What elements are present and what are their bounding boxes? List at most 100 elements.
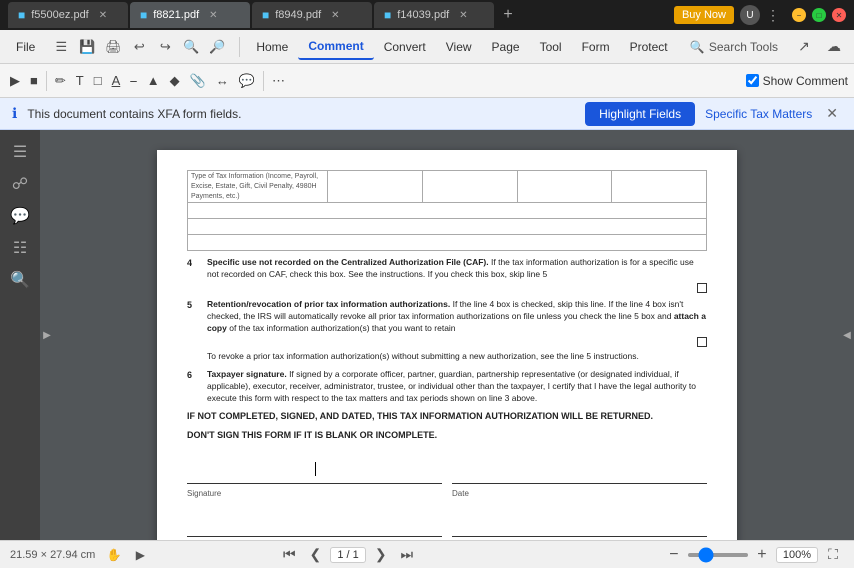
redo-icon[interactable]: ↪ (153, 35, 177, 59)
zoom-controls: − + 100% ⛶ (664, 544, 844, 566)
zoom-out-btn[interactable]: − (664, 545, 684, 565)
tab-f8821[interactable]: ■ f8821.pdf ✕ (130, 2, 250, 28)
pdf-viewer[interactable]: Type of Tax Information (Income, Payroll… (54, 130, 840, 540)
search-icon: 🔍 (690, 40, 705, 54)
section5-title: Retention/revocation of prior tax inform… (207, 299, 450, 309)
menu-tool[interactable]: Tool (530, 35, 572, 59)
section4-checkbox[interactable] (697, 283, 707, 293)
zoom-icon[interactable]: 🔍 (179, 35, 203, 59)
close-button[interactable]: ✕ (832, 8, 846, 22)
section5-checkbox[interactable] (697, 337, 707, 347)
menu-home[interactable]: Home (246, 35, 298, 59)
right-panel-toggle[interactable]: ◀ (840, 130, 854, 540)
hamburger-icon[interactable]: ☰ (49, 35, 73, 59)
user-avatar[interactable]: U (740, 5, 760, 25)
sig-row-1: Signature Date (187, 454, 707, 499)
zoom-level: 100% (776, 547, 818, 563)
maximize-button[interactable]: □ (812, 8, 826, 22)
file-menu[interactable]: File (8, 36, 43, 58)
buy-now-button[interactable]: Buy Now (674, 6, 734, 24)
bottom-tools: ✋ ▶ (103, 544, 151, 566)
measure-btn[interactable]: ↔ (212, 68, 233, 94)
section6: 6 Taxpayer signature. If signed by a cor… (187, 369, 707, 405)
tab-f5500ez[interactable]: ■ f5500ez.pdf ✕ (8, 2, 128, 28)
undo-icon[interactable]: ↩ (127, 35, 151, 59)
tab-close-f14039[interactable]: ✕ (459, 10, 467, 21)
left-panel-toggle[interactable]: ▶ (40, 130, 54, 540)
first-page-btn[interactable]: ⏮ (278, 544, 300, 566)
new-tab-button[interactable]: + (496, 3, 520, 27)
attach-btn[interactable]: 📎 (186, 68, 210, 94)
menu-form[interactable]: Form (572, 35, 620, 59)
tab-close-f8949[interactable]: ✕ (331, 10, 339, 21)
select-tool-btn[interactable]: ▶ (6, 68, 24, 94)
comment-btn[interactable]: 💬 (235, 68, 259, 94)
save-icon[interactable]: 💾 (75, 35, 99, 59)
more-tools-btn[interactable]: ⋯ (268, 68, 289, 94)
zoom-in-btn[interactable]: + (752, 545, 772, 565)
share-icon[interactable]: ↗ (792, 35, 816, 59)
highlight-btn[interactable]: ■ (26, 68, 42, 94)
insert-btn[interactable]: ▲ (143, 68, 164, 94)
pen-btn[interactable]: ✏ (51, 68, 70, 94)
section5-text2: of the tax information authorization(s) … (229, 323, 455, 333)
menu-protect[interactable]: Protect (620, 35, 678, 59)
section4: 4 Specific use not recorded on the Centr… (187, 257, 707, 293)
show-comment-checkbox[interactable] (746, 74, 759, 87)
menu-comment[interactable]: Comment (298, 34, 373, 60)
sidebar-layers-icon[interactable]: ☰ (6, 138, 34, 166)
more-options-icon[interactable]: ⋮ (766, 7, 780, 24)
sig-row-2: Print Name Title (if applicable) (187, 507, 707, 540)
title-line (452, 507, 707, 537)
menu-nav: Home Comment Convert View Page Tool Form… (246, 34, 680, 60)
tab-close-f5500ez[interactable]: ✕ (99, 10, 107, 21)
underline-btn[interactable]: A (108, 68, 125, 94)
title-bar: ■ f5500ez.pdf ✕ ■ f8821.pdf ✕ ■ f8949.pd… (0, 0, 854, 30)
minimize-button[interactable]: − (792, 8, 806, 22)
highlight-fields-button[interactable]: Highlight Fields (585, 102, 695, 126)
hand-tool-btn[interactable]: ✋ (103, 544, 125, 566)
cursor-line (315, 462, 316, 476)
menu-view[interactable]: View (436, 35, 482, 59)
sidebar-search-icon[interactable]: 🔍 (6, 266, 34, 294)
print-icon[interactable]: 🖨 (101, 35, 125, 59)
left-sidebar: ☰ ☍ 💬 ☷ 🔍 (0, 130, 40, 540)
next-page-btn[interactable]: ❯ (370, 544, 392, 566)
sidebar-bookmark-icon[interactable]: ☍ (6, 170, 34, 198)
signature-line (187, 454, 442, 484)
search-tools-button[interactable]: 🔍 Search Tools (682, 36, 786, 58)
stamp-btn[interactable]: ◆ (166, 68, 184, 94)
show-comment-group: Show Comment (746, 74, 848, 88)
menu-page[interactable]: Page (482, 35, 530, 59)
specific-tax-link[interactable]: Specific Tax Matters (705, 107, 812, 121)
menu-icon-group: ☰ 💾 🖨 ↩ ↪ 🔍 🔎 (49, 35, 229, 59)
window-controls: − □ ✕ (792, 8, 846, 22)
text-btn[interactable]: T (72, 68, 88, 94)
last-page-btn[interactable]: ⏭ (396, 544, 418, 566)
section5: 5 Retention/revocation of prior tax info… (187, 299, 707, 363)
prev-page-btn[interactable]: ❮ (304, 544, 326, 566)
fit-page-btn[interactable]: ⛶ (822, 544, 844, 566)
tab-f14039[interactable]: ■ f14039.pdf ✕ (374, 2, 494, 28)
cloud-icon[interactable]: ☁ (822, 35, 846, 59)
cursor-tool-btn[interactable]: ▶ (129, 544, 151, 566)
title-bar-right: Buy Now U ⋮ − □ ✕ (674, 5, 846, 25)
page-size: 21.59 × 27.94 cm (10, 549, 95, 561)
page-number: 1 / 1 (330, 547, 365, 563)
section6-title: Taxpayer signature. (207, 369, 287, 379)
toolbar-separator-1 (46, 71, 47, 91)
strikethrough-btn[interactable]: ⎯ (126, 68, 141, 94)
sidebar-pages-icon[interactable]: ☷ (6, 234, 34, 262)
sidebar-comment-icon[interactable]: 💬 (6, 202, 34, 230)
zoom-out-icon[interactable]: 🔎 (205, 35, 229, 59)
tab-f8949[interactable]: ■ f8949.pdf ✕ (252, 2, 372, 28)
tab-close-f8821[interactable]: ✕ (209, 10, 217, 21)
print-name-col: Print Name (187, 507, 442, 540)
shape-btn[interactable]: □ (90, 68, 106, 94)
zoom-slider[interactable] (688, 553, 748, 557)
menu-convert[interactable]: Convert (374, 35, 436, 59)
bottom-bar: 21.59 × 27.94 cm ✋ ▶ ⏮ ❮ 1 / 1 ❯ ⏭ − + 1… (0, 540, 854, 568)
menu-bar: File ☰ 💾 🖨 ↩ ↪ 🔍 🔎 Home Comment Convert … (0, 30, 854, 64)
show-comment-label[interactable]: Show Comment (763, 74, 848, 88)
notification-close-button[interactable]: ✕ (822, 105, 842, 122)
